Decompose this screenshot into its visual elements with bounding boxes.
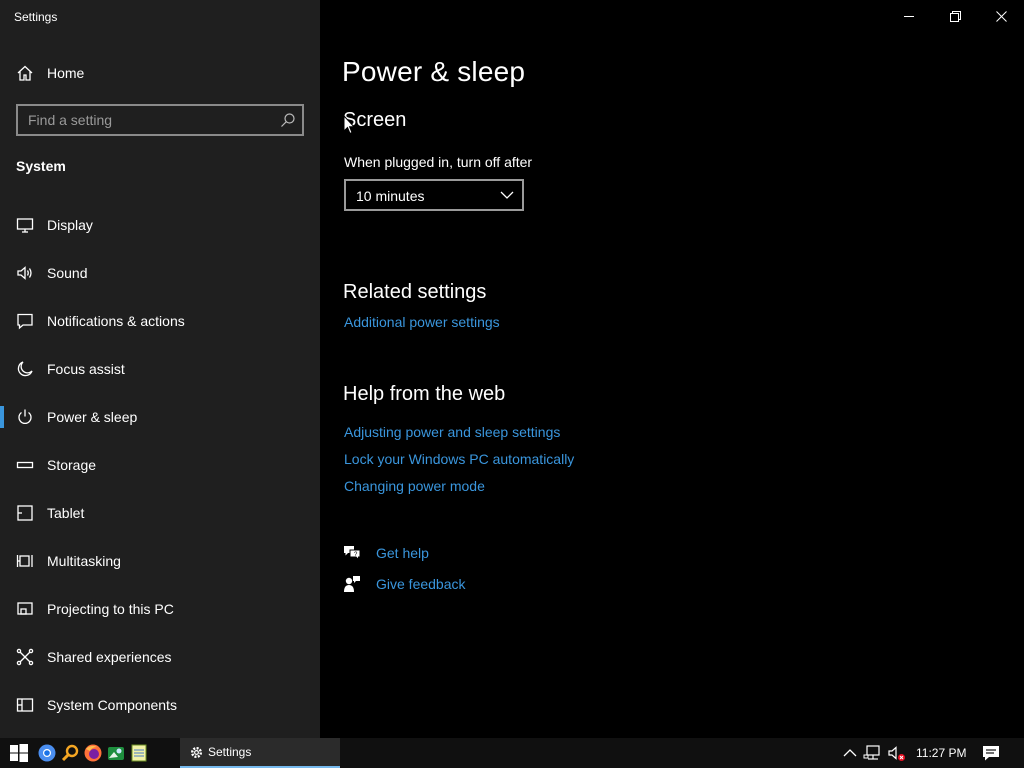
photos-app-icon[interactable] xyxy=(106,743,126,763)
minimize-icon xyxy=(904,16,914,17)
get-help-icon: ? xyxy=(344,546,361,561)
search-box[interactable] xyxy=(16,104,304,136)
search-input[interactable] xyxy=(18,106,268,134)
sidebar-item-label: Power & sleep xyxy=(47,409,138,425)
start-windows-icon[interactable] xyxy=(9,743,29,763)
sidebar-item-system-components[interactable]: System Components xyxy=(0,685,320,725)
home-label: Home xyxy=(47,65,85,81)
taskbar-settings-label: Settings xyxy=(208,745,252,759)
sidebar-item-label: Shared experiences xyxy=(47,649,172,665)
sidebar-item-home[interactable]: Home xyxy=(0,58,320,88)
tablet-icon xyxy=(17,505,33,521)
sidebar-item-label: Multitasking xyxy=(47,553,121,569)
active-indicator xyxy=(0,406,4,428)
close-icon xyxy=(995,10,1007,22)
plugged-in-label: When plugged in, turn off after xyxy=(344,154,533,170)
mouse-cursor-icon xyxy=(343,115,355,135)
sidebar-item-label: Sound xyxy=(47,265,88,281)
chrome-icon[interactable] xyxy=(37,743,57,763)
sidebar-item-label: Storage xyxy=(47,457,97,473)
chevron-down-icon xyxy=(500,191,514,199)
sidebar: Settings Home System Display Sound Notif… xyxy=(0,0,320,738)
app-title: Settings xyxy=(14,10,58,24)
moon-icon xyxy=(17,361,33,377)
monitor-icon xyxy=(16,218,34,233)
sidebar-item-sound[interactable]: Sound xyxy=(0,253,320,293)
help-link-power-mode[interactable]: Changing power mode xyxy=(344,478,485,494)
projector-icon xyxy=(17,602,33,615)
shared-experiences-icon xyxy=(16,648,34,666)
taskbar-clock[interactable]: 11:27 PM xyxy=(916,746,966,760)
page-title: Power & sleep xyxy=(342,56,526,87)
help-link-lock-pc[interactable]: Lock your Windows PC automatically xyxy=(344,451,574,467)
sidebar-item-multitasking[interactable]: Multitasking xyxy=(0,541,320,581)
notifications-icon xyxy=(17,313,33,330)
feedback-icon xyxy=(344,576,360,592)
taskbar-settings-button[interactable]: Settings xyxy=(180,738,340,768)
sidebar-item-focus-assist[interactable]: Focus assist xyxy=(0,349,320,389)
restore-icon xyxy=(949,10,961,22)
search-icon[interactable] xyxy=(280,112,296,128)
related-settings-heading: Related settings xyxy=(343,281,487,303)
notepad-icon[interactable] xyxy=(129,743,149,763)
speaker-icon xyxy=(17,266,32,280)
storage-icon xyxy=(16,461,34,469)
sidebar-item-label: Focus assist xyxy=(47,361,125,377)
sidebar-item-display[interactable]: Display xyxy=(0,205,320,245)
network-icon[interactable] xyxy=(863,743,883,763)
action-center-icon[interactable] xyxy=(981,743,1001,763)
help-link-adjusting-power[interactable]: Adjusting power and sleep settings xyxy=(344,424,560,440)
help-from-web-heading: Help from the web xyxy=(343,383,506,405)
sidebar-item-notifications[interactable]: Notifications & actions xyxy=(0,301,320,341)
multitasking-icon xyxy=(16,555,33,567)
sidebar-item-label: Tablet xyxy=(47,505,85,521)
sidebar-item-shared-experiences[interactable]: Shared experiences xyxy=(0,637,320,677)
section-label: System xyxy=(16,158,66,174)
restore-button[interactable] xyxy=(932,0,978,32)
screen-timeout-dropdown[interactable]: 10 minutes xyxy=(344,179,524,211)
give-feedback-label: Give feedback xyxy=(376,576,466,592)
dropdown-value: 10 minutes xyxy=(356,188,425,204)
home-icon xyxy=(17,65,33,81)
search-tool-icon[interactable] xyxy=(60,743,80,763)
sidebar-item-label: Display xyxy=(47,217,93,233)
sidebar-item-label: System Components xyxy=(47,697,177,713)
sidebar-item-label: Projecting to this PC xyxy=(47,601,174,617)
sidebar-item-power-sleep[interactable]: Power & sleep xyxy=(0,397,320,437)
get-help-label: Get help xyxy=(376,545,429,561)
taskbar: Settings 11:27 PM xyxy=(0,738,1024,768)
gear-icon xyxy=(190,746,203,759)
additional-power-settings-link[interactable]: Additional power settings xyxy=(344,314,500,330)
sidebar-item-projecting[interactable]: Projecting to this PC xyxy=(0,589,320,629)
chevron-up-icon[interactable] xyxy=(840,743,860,763)
volume-muted-icon[interactable] xyxy=(887,743,907,763)
power-icon xyxy=(18,409,32,424)
sidebar-item-label: Notifications & actions xyxy=(47,313,185,329)
system-components-icon xyxy=(16,698,34,712)
close-button[interactable] xyxy=(978,0,1024,32)
firefox-icon[interactable] xyxy=(83,743,103,763)
sidebar-item-storage[interactable]: Storage xyxy=(0,445,320,485)
sidebar-item-tablet[interactable]: Tablet xyxy=(0,493,320,533)
minimize-button[interactable] xyxy=(886,0,932,32)
